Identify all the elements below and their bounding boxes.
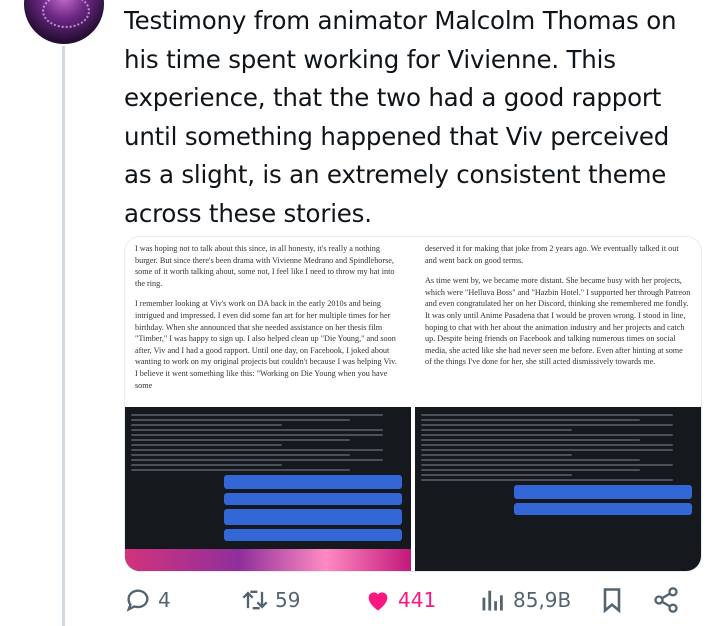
views-count: 85,9B [513, 588, 572, 612]
bookmark-icon [603, 588, 621, 614]
image2-paragraph-2: As time went by, we became more distant.… [425, 276, 691, 367]
image2-paragraph-1: deserved it for making that joke from 2 … [425, 244, 679, 265]
chat-screenshot [415, 407, 701, 523]
heart-icon [368, 592, 388, 611]
media-image-2[interactable]: deserved it for making that joke from 2 … [415, 237, 701, 403]
media-grid: I was hoping not to talk about this sinc… [124, 236, 702, 572]
thread-line [62, 46, 65, 626]
tweet-actions: 4 59 441 85,9B [124, 582, 704, 618]
bookmark-button[interactable] [598, 582, 626, 618]
media-image-1[interactable]: I was hoping not to talk about this sinc… [125, 237, 411, 403]
reply-button[interactable]: 4 [124, 582, 171, 618]
share-icon [654, 587, 678, 613]
chat-screenshot [125, 407, 411, 549]
media-image-3[interactable] [125, 407, 411, 571]
avatar[interactable] [24, 0, 104, 44]
pink-artwork-strip [125, 549, 411, 571]
like-button[interactable]: 441 [364, 582, 436, 618]
retweet-icon [242, 590, 268, 610]
like-count: 441 [398, 588, 437, 612]
tweet-text: Testimony from animator Malcolm Thomas o… [124, 6, 684, 228]
media-image-4[interactable] [415, 407, 701, 571]
share-button[interactable] [652, 582, 680, 618]
retweet-button[interactable]: 59 [241, 582, 300, 618]
image1-paragraph-2: I remember looking at Viv's work on DA b… [135, 299, 397, 390]
image1-paragraph-1: I was hoping not to talk about this sinc… [135, 244, 395, 288]
views-icon [482, 590, 503, 611]
views-button[interactable]: 85,9B [479, 582, 571, 618]
reply-count: 4 [158, 588, 171, 612]
retweet-count: 59 [275, 588, 301, 612]
reply-icon [126, 589, 149, 612]
